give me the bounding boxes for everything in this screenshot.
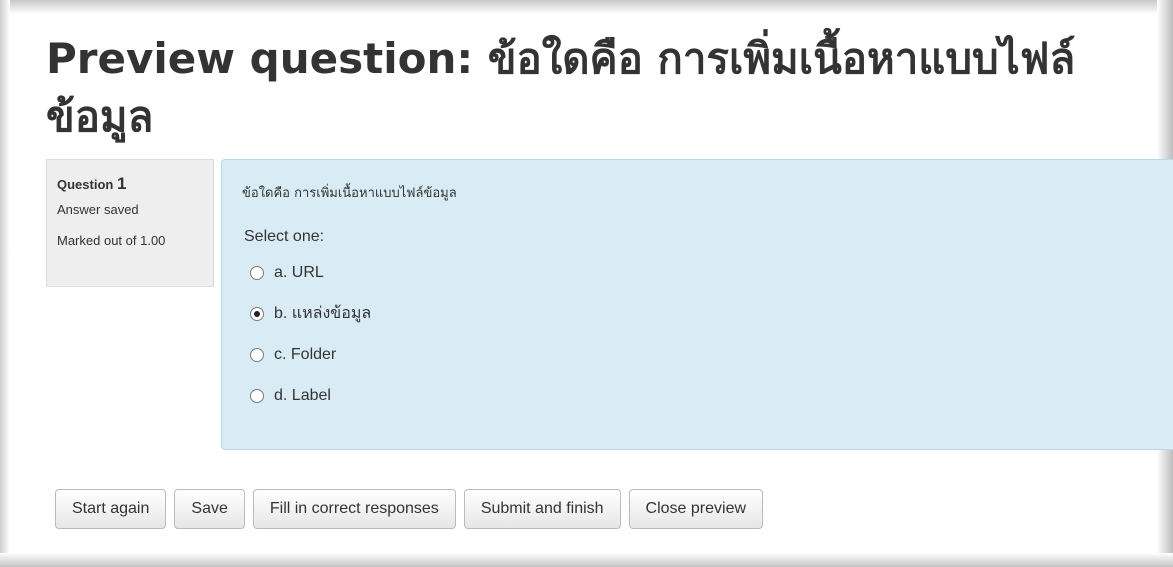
radio-c[interactable] [250,347,264,362]
answer-label-c[interactable]: c. Folder [274,346,336,364]
answer-option-b[interactable]: b. แหล่งข้อมูล [250,293,1160,334]
fill-correct-responses-button[interactable]: Fill in correct responses [252,489,456,529]
frame-shadow-top [0,0,1173,14]
screenshot-frame: Preview question: ข้อใดคือ การเพิ่มเนื้อ… [0,0,1173,567]
radio-b[interactable] [250,306,264,321]
select-one-prompt: Select one: [244,228,325,245]
answer-label-a[interactable]: a. URL [274,264,324,282]
frame-shadow-bottom [0,553,1173,567]
question-state: Answer saved [57,202,139,217]
answer-label-b[interactable]: b. แหล่งข้อมูล [274,301,371,326]
answer-option-a[interactable]: a. URL [250,252,1160,293]
question-number-value: 1 [116,174,127,193]
question-grade: Marked out of 1.00 [57,233,166,248]
question-text: ข้อใดคือ การเพิ่มเนื้อหาแบบไฟล์ข้อมูล [242,186,457,201]
question-content: ข้อใดคือ การเพิ่มเนื้อหาแบบไฟล์ข้อมูล Se… [221,159,1173,450]
close-preview-button[interactable]: Close preview [628,489,764,529]
radio-a[interactable] [250,265,264,280]
frame-shadow-left [0,0,10,567]
question-number: Question 1 [57,174,203,194]
answer-option-d[interactable]: d. Label [250,375,1160,416]
answer-label-d[interactable]: d. Label [274,387,331,405]
submit-and-finish-button[interactable]: Submit and finish [463,489,621,529]
radio-d[interactable] [250,388,264,403]
answer-option-c[interactable]: c. Folder [250,334,1160,375]
question-label: Question [57,177,114,192]
question-info-box: Question 1 Answer saved Marked out of 1.… [46,159,214,287]
save-button[interactable]: Save [174,489,245,529]
page-title: Preview question: ข้อใดคือ การเพิ่มเนื้อ… [46,34,1076,141]
start-again-button[interactable]: Start again [55,489,167,529]
preview-controls: Start again Save Fill in correct respons… [55,489,771,529]
